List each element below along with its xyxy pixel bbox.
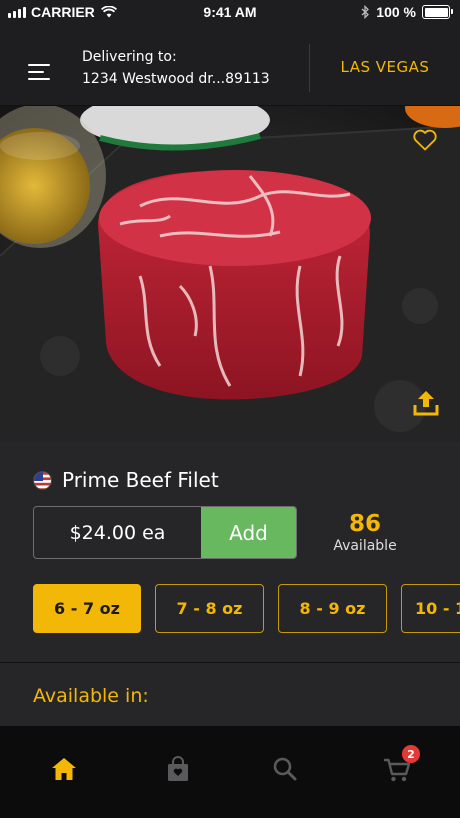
size-option-8-9-oz[interactable]: 8 - 9 oz (278, 584, 387, 633)
menu-icon[interactable] (28, 64, 52, 82)
city-selector[interactable]: LAS VEGAS (310, 58, 460, 76)
battery-icon (422, 5, 453, 19)
size-selector: 6 - 7 oz 7 - 8 oz 8 - 9 oz 10 - 11 oz (33, 584, 460, 633)
availability-section: Available in: (0, 663, 460, 726)
product-panel: Prime Beef Filet $24.00 ea Add 86 Availa… (0, 441, 460, 663)
size-option-6-7-oz[interactable]: 6 - 7 oz (33, 584, 141, 633)
size-option-7-8-oz[interactable]: 7 - 8 oz (155, 584, 264, 633)
available-count: 86 (348, 511, 381, 537)
available-in-heading: Available in: (33, 685, 149, 707)
search-icon[interactable] (270, 754, 300, 784)
app-header: Delivering to: 1234 Westwood dr...89113 … (0, 24, 460, 106)
available-label: Available (333, 538, 397, 554)
product-title: Prime Beef Filet (62, 468, 219, 492)
steak-illustration (0, 106, 460, 441)
bluetooth-icon (361, 5, 370, 19)
cart-tab[interactable]: 2 (382, 745, 420, 784)
home-icon[interactable] (49, 754, 79, 784)
delivery-address[interactable]: Delivering to: 1234 Westwood dr...89113 (82, 46, 270, 90)
share-icon[interactable] (412, 388, 440, 418)
status-right: 100 % (361, 4, 453, 20)
us-flag-icon (33, 471, 52, 490)
cart-badge: 2 (402, 745, 420, 763)
bottom-tab-bar: 2 (0, 726, 460, 818)
battery-percent: 100 % (376, 4, 416, 20)
add-button[interactable]: Add (201, 507, 296, 558)
favorite-heart-icon[interactable] (412, 128, 438, 152)
address-text: 1234 Westwood dr...89113 (82, 71, 270, 87)
availability-counter: 86 Available (318, 511, 412, 555)
delivering-label: Delivering to: (82, 49, 177, 65)
price-label: $24.00 ea (69, 521, 166, 544)
size-option-10-11-oz[interactable]: 10 - 11 oz (401, 584, 460, 633)
shopping-bag-icon[interactable] (163, 754, 193, 784)
price-add-control: $24.00 ea Add (33, 506, 297, 559)
status-bar: CARRIER 9:41 AM 100 % (0, 0, 460, 24)
product-image (0, 106, 460, 441)
